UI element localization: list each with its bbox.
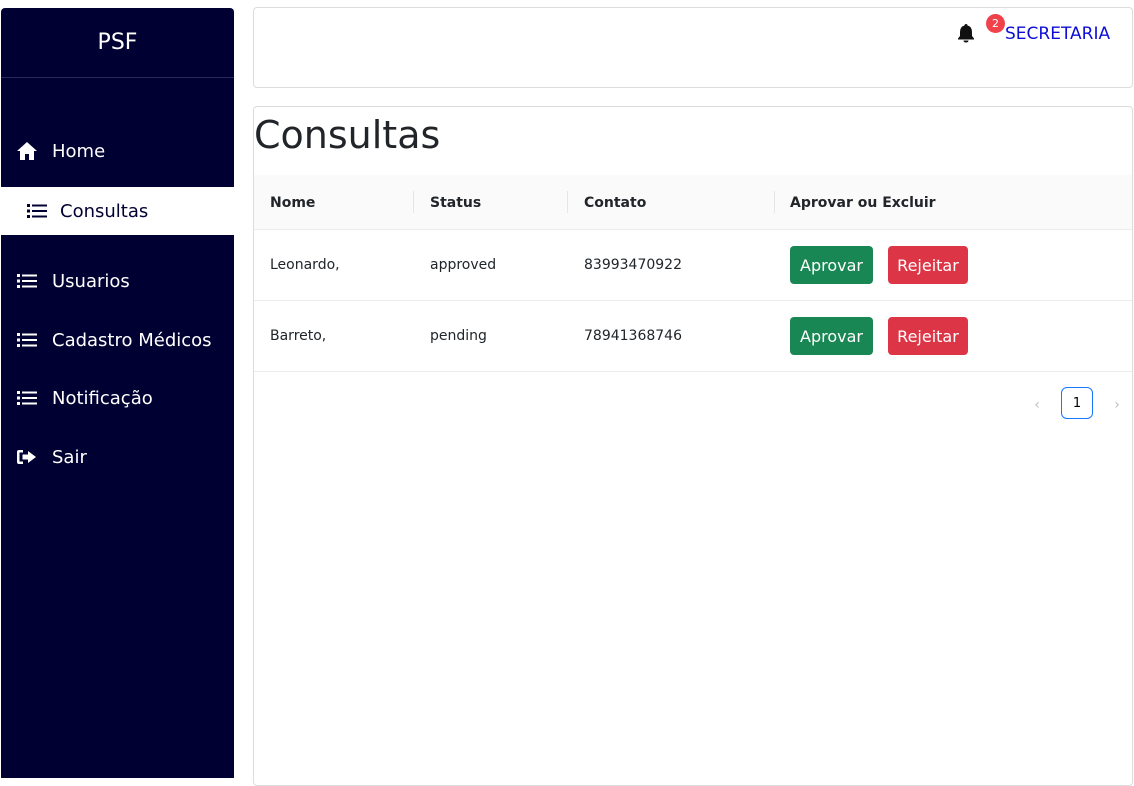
table-row: Leonardo, approved 83993470922 Aprovar R…	[254, 230, 1132, 301]
notification-badge: 2	[986, 14, 1005, 33]
column-header-nome: Nome	[270, 194, 316, 211]
list-icon	[26, 200, 48, 222]
column-header-contato: Contato	[584, 194, 647, 211]
table-row: Barreto, pending 78941368746 Aprovar Rej…	[254, 301, 1132, 372]
sidebar-item-label: Sair	[52, 446, 87, 468]
top-header: 2 SECRETARIA	[253, 7, 1133, 88]
home-icon	[16, 140, 38, 162]
approve-button[interactable]: Aprovar	[790, 317, 873, 355]
content-card: Consultas Nome Status Contato Aprovar ou…	[253, 106, 1133, 786]
table-header: Nome Status Contato Aprovar ou Excluir	[254, 175, 1132, 230]
list-icon	[16, 329, 38, 351]
sidebar: PSF Home Consultas Usuarios Cadastro Méd…	[1, 8, 234, 778]
sidebar-item-sair[interactable]: Sair	[1, 433, 234, 481]
brand-logo[interactable]: PSF	[1, 8, 234, 78]
column-header-acoes: Aprovar ou Excluir	[790, 194, 936, 211]
column-divider	[413, 191, 414, 213]
bell-icon[interactable]	[957, 23, 977, 45]
sidebar-item-label: Home	[52, 140, 106, 162]
sidebar-item-cadastro-medicos[interactable]: Cadastro Médicos	[1, 316, 234, 364]
cell-status: pending	[430, 328, 487, 344]
pagination-next-icon[interactable]: ›	[1109, 397, 1125, 413]
pagination-page-button[interactable]: 1	[1061, 387, 1093, 419]
sidebar-item-home[interactable]: Home	[1, 127, 234, 175]
sidebar-item-notificacao[interactable]: Notificação	[1, 374, 234, 422]
cell-nome: Leonardo,	[270, 257, 340, 273]
approve-button[interactable]: Aprovar	[790, 246, 873, 284]
list-icon	[16, 270, 38, 292]
cell-status: approved	[430, 257, 497, 273]
sidebar-item-label: Notificação	[52, 387, 153, 409]
reject-button[interactable]: Rejeitar	[888, 246, 968, 284]
user-menu-link[interactable]: SECRETARIA	[1005, 24, 1110, 44]
page-title: Consultas	[254, 113, 441, 157]
cell-nome: Barreto,	[270, 328, 327, 344]
column-header-status: Status	[430, 194, 482, 211]
pagination-prev-icon[interactable]: ‹	[1029, 397, 1045, 413]
list-icon	[16, 387, 38, 409]
sidebar-item-label: Consultas	[60, 200, 149, 222]
column-divider	[567, 191, 568, 213]
cell-contato: 83993470922	[584, 257, 682, 273]
sidebar-item-label: Cadastro Médicos	[52, 329, 212, 351]
column-divider	[774, 191, 775, 213]
reject-button[interactable]: Rejeitar	[888, 317, 968, 355]
cell-contato: 78941368746	[584, 328, 682, 344]
sign-out-icon	[16, 446, 38, 468]
sidebar-item-usuarios[interactable]: Usuarios	[1, 257, 234, 305]
sidebar-item-label: Usuarios	[52, 270, 130, 292]
sidebar-item-consultas[interactable]: Consultas	[1, 187, 234, 235]
